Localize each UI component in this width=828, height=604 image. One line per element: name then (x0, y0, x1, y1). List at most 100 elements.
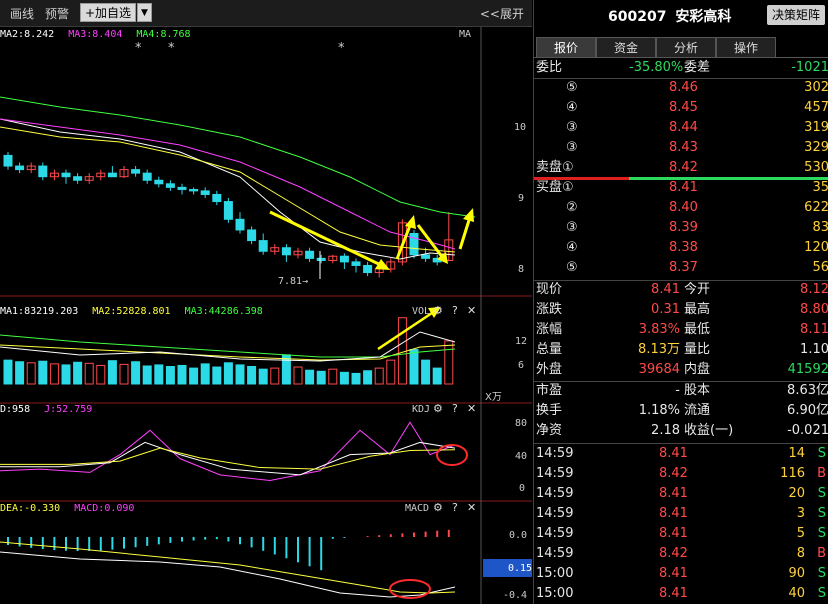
candlestick-series (3, 151, 454, 278)
ma3-line (0, 118, 456, 250)
add-watchlist-button[interactable]: +加自选 (80, 3, 136, 22)
bid-price: 8.38 (669, 240, 698, 255)
tick-row: 14:59 8.41 20 S (534, 484, 828, 504)
order-ratio-row: 委比 -35.80% 委差 -1021 (534, 58, 828, 78)
price-axis-10: 10 (514, 122, 527, 133)
volume-bar (3, 359, 13, 385)
stat-value: 0.31 (651, 302, 680, 317)
help-icon[interactable]: ? (452, 501, 458, 514)
candle-body (154, 179, 164, 185)
bid-price: 8.40 (669, 200, 698, 215)
quote-tabs: 报价 资金 分析 操作 (534, 37, 828, 58)
stat-label: 最高 (684, 302, 711, 317)
ask-level-label: ⑤ (566, 80, 578, 95)
bid-level-label: ③ (566, 220, 578, 235)
bid-volume: 56 (812, 260, 828, 275)
tick-time: 14:59 (536, 506, 574, 521)
decision-matrix-button[interactable]: 决策矩阵 (767, 5, 825, 25)
close-icon[interactable]: ✕ (467, 304, 476, 317)
indicator-label: MA3:44286.398 (184, 306, 263, 317)
tick-time: 14:59 (536, 546, 574, 561)
indicator-label: MA2:8.242 (0, 29, 55, 40)
ask-level-row: ④ 8.45 457 (534, 98, 828, 118)
bid-level-label: ⑤ (566, 260, 578, 275)
bid-volume: 120 (804, 240, 828, 255)
volume-bars (0, 317, 456, 385)
volume-bar (200, 363, 210, 385)
volume-bar (305, 369, 315, 385)
fund-label: 收益(一) (684, 423, 734, 438)
vol-axis-12: 12 (515, 336, 528, 347)
volume-bar (223, 362, 233, 385)
alert-button[interactable]: 预警 (45, 5, 69, 22)
close-icon[interactable]: ✕ (467, 402, 476, 415)
candle-body (61, 172, 71, 178)
vol-tag: VOL (412, 306, 431, 317)
ma-tag: MA (459, 29, 472, 40)
ask-level-label: ④ (566, 100, 578, 115)
volume-bar (212, 366, 222, 385)
candle-body (223, 201, 233, 220)
tab-quote[interactable]: 报价 (536, 37, 596, 57)
volume-bar (154, 364, 164, 385)
fund-label: 净资 (536, 423, 563, 438)
ask-level-label: ③ (566, 140, 578, 155)
fund-value: 6.90亿 (787, 403, 828, 418)
tick-side: S (817, 586, 826, 601)
tick-volume: 8 (796, 546, 805, 561)
ask-price: 8.42 (669, 160, 698, 175)
bid-level-row: ④ 8.38 120 (534, 238, 828, 258)
diff-label: 委差 (684, 60, 711, 75)
draw-line-button[interactable]: 画线 (10, 5, 34, 22)
volume-bar (363, 370, 373, 385)
macd-series (0, 529, 456, 598)
stat-row: 现价 8.41 今开 8.12 (534, 280, 828, 300)
help-icon[interactable]: ? (452, 304, 458, 317)
candle-body (73, 176, 83, 181)
candle-body (247, 229, 257, 242)
bid-level-label: ④ (566, 240, 578, 255)
tick-volume: 20 (788, 486, 805, 501)
price-axis-8: 8 (518, 264, 525, 275)
chevron-down-icon[interactable]: ▼ (137, 3, 152, 22)
tab-operation[interactable]: 操作 (716, 37, 776, 57)
ask-volume: 302 (804, 80, 828, 95)
volume-bar (270, 367, 280, 385)
kdj-axis-40: 40 (515, 451, 528, 462)
macd-dea-line (0, 541, 456, 594)
close-icon[interactable]: ✕ (467, 501, 476, 514)
tab-analysis[interactable]: 分析 (656, 37, 716, 57)
kdj-k-line (0, 441, 456, 476)
gear-icon[interactable]: ⚙ (433, 402, 443, 415)
gear-icon[interactable]: ⚙ (433, 304, 443, 317)
stat-label: 现价 (536, 282, 563, 297)
chart-area[interactable]: * * * MA2:8.242 MA3:8.404 MA4:8.768 MA 10 … (0, 27, 532, 604)
stat-label: 内盘 (684, 362, 711, 377)
volume-bar (351, 372, 361, 385)
volume-bar (374, 367, 384, 385)
gear-icon[interactable]: ⚙ (433, 501, 443, 514)
tick-row: 14:59 8.41 5 S (534, 524, 828, 544)
tick-price: 8.41 (659, 446, 688, 461)
kdj-labels: D:958 J:52.759 (0, 404, 106, 415)
ask-level-row: 卖盘① 8.42 530 (534, 158, 828, 178)
volume-bar (177, 364, 187, 385)
quote-panel: 600207 安彩高科 决策矩阵 报价 资金 分析 操作 委比 -35.80% … (533, 0, 828, 604)
candle-body (142, 172, 152, 181)
stock-title: 600207 安彩高科 (608, 6, 731, 26)
help-icon[interactable]: ? (452, 402, 458, 415)
kdj-tag: KDJ (412, 404, 431, 415)
tab-funds[interactable]: 资金 (596, 37, 656, 57)
bid-price: 8.41 (669, 180, 698, 195)
ma4-line (0, 96, 476, 218)
stat-label: 涨跌 (536, 302, 563, 317)
ask-price: 8.44 (669, 120, 698, 135)
ask-level-row: ⑤ 8.46 302 (534, 78, 828, 98)
stock-name: 安彩高科 (675, 9, 732, 25)
candle-body (421, 254, 431, 259)
marker-star: * (338, 41, 345, 56)
volume-bar (119, 363, 129, 385)
volume-bar (339, 371, 349, 385)
expand-button[interactable]: <<展开 (480, 5, 524, 22)
tick-time: 14:59 (536, 466, 574, 481)
